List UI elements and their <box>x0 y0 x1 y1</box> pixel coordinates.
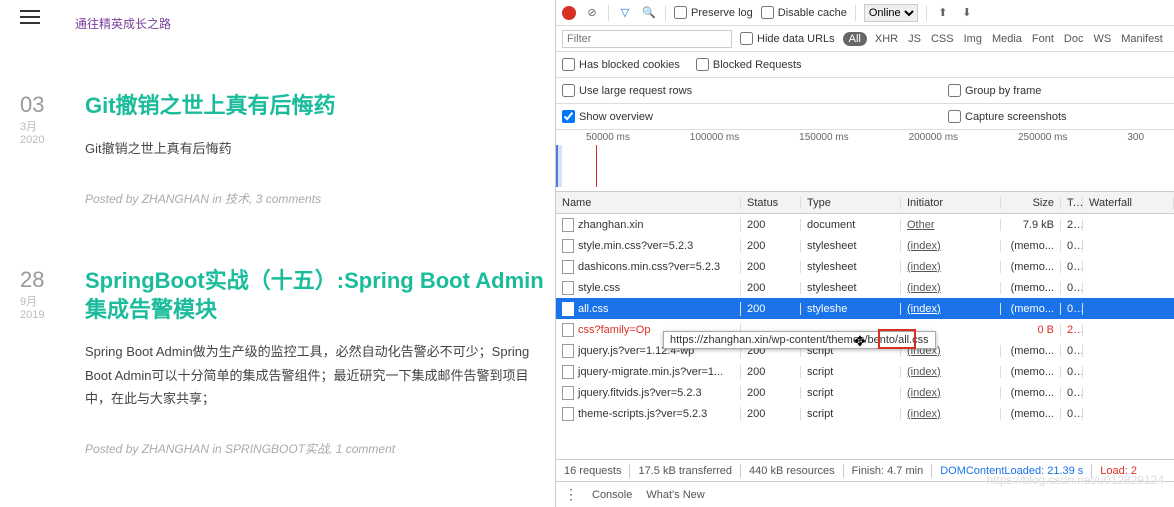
throttle-select[interactable]: Online <box>864 4 918 22</box>
overview-timeline[interactable]: 50000 ms 100000 ms 150000 ms 200000 ms 2… <box>556 130 1174 192</box>
blog-panel: 通往精英成长之路 03 3月 2020 Git撤销之世上真有后悔药 Git撤销之… <box>0 0 555 507</box>
more-icon[interactable]: ⋮ <box>564 486 578 503</box>
options-bar-1: Use large request rows Group by frame <box>556 78 1174 104</box>
filter-icon[interactable]: ▽ <box>617 5 633 21</box>
blocked-requests-checkbox[interactable]: Blocked Requests <box>696 58 802 71</box>
devtools-panel: ⊘ ▽ 🔍 Preserve log Disable cache Online … <box>555 0 1174 507</box>
file-icon <box>562 260 574 274</box>
filter-types: XHR JS CSS Img Media Font Doc WS Manifes… <box>875 33 1163 45</box>
article-excerpt: Spring Boot Admin做为生产级的监控工具，必然自动化告警必不可少；… <box>85 340 545 410</box>
group-by-frame-checkbox[interactable]: Group by frame <box>948 84 1168 97</box>
url-tooltip: https://zhanghan.xin/wp-content/themes/b… <box>663 331 936 349</box>
preserve-log-checkbox[interactable]: Preserve log <box>674 6 753 19</box>
table-header: Name Status Type Initiator Size T... Wat… <box>556 192 1174 214</box>
file-icon <box>562 407 574 421</box>
file-icon <box>562 365 574 379</box>
article-date: 28 9月 2019 <box>20 267 75 457</box>
table-row[interactable]: all.css200styleshe(index)(memo...0... <box>556 298 1174 319</box>
large-rows-checkbox[interactable]: Use large request rows <box>562 84 692 97</box>
blocked-cookies-checkbox[interactable]: Has blocked cookies <box>562 58 680 71</box>
filter-input[interactable] <box>562 30 732 48</box>
record-icon[interactable] <box>562 6 576 20</box>
clear-icon[interactable]: ⊘ <box>584 5 600 21</box>
blog-subtitle: 通往精英成长之路 <box>75 15 545 32</box>
table-row[interactable]: dashicons.min.css?ver=5.2.3200stylesheet… <box>556 256 1174 277</box>
file-icon <box>562 281 574 295</box>
disable-cache-checkbox[interactable]: Disable cache <box>761 6 847 19</box>
article: 03 3月 2020 Git撤销之世上真有后悔药 Git撤销之世上真有后悔药 P… <box>20 92 545 207</box>
article-meta: Posted by ZHANGHAN in SPRINGBOOT实战, 1 co… <box>85 440 545 457</box>
article: 28 9月 2019 SpringBoot实战（十五）:Spring Boot … <box>20 267 545 457</box>
requests-table: Name Status Type Initiator Size T... Wat… <box>556 192 1174 459</box>
article-title[interactable]: Git撤销之世上真有后悔药 <box>85 92 545 121</box>
blocked-bar: Has blocked cookies Blocked Requests <box>556 52 1174 78</box>
table-row[interactable]: zhanghan.xin200documentOther7.9 kB2... <box>556 214 1174 235</box>
table-row[interactable]: theme-scripts.js?ver=5.2.3200script(inde… <box>556 403 1174 424</box>
filter-all[interactable]: All <box>843 32 867 46</box>
file-icon <box>562 239 574 253</box>
file-icon <box>562 302 574 316</box>
file-icon <box>562 323 574 337</box>
move-cursor-icon: ✥ <box>854 333 866 350</box>
drawer-tabs: ⋮ Console What's New <box>556 481 1174 507</box>
tab-whatsnew[interactable]: What's New <box>646 489 704 501</box>
article-excerpt: Git撤销之世上真有后悔药 <box>85 137 545 160</box>
table-row[interactable]: jquery-migrate.min.js?ver=1...200script(… <box>556 361 1174 382</box>
download-icon[interactable]: ⬇ <box>959 5 975 21</box>
table-row[interactable]: jquery.fitvids.js?ver=5.2.3200script(ind… <box>556 382 1174 403</box>
table-row[interactable]: style.min.css?ver=5.2.3200stylesheet(ind… <box>556 235 1174 256</box>
file-icon <box>562 218 574 232</box>
show-overview-checkbox[interactable]: Show overview <box>562 110 653 123</box>
network-toolbar: ⊘ ▽ 🔍 Preserve log Disable cache Online … <box>556 0 1174 26</box>
article-meta: Posted by ZHANGHAN in 技术, 3 comments <box>85 190 545 207</box>
status-bar: 16 requests 17.5 kB transferred 440 kB r… <box>556 459 1174 481</box>
options-bar-2: Show overview Capture screenshots <box>556 104 1174 130</box>
upload-icon[interactable]: ⬆ <box>935 5 951 21</box>
hide-data-urls-checkbox[interactable]: Hide data URLs <box>740 32 835 45</box>
tab-console[interactable]: Console <box>592 489 632 501</box>
file-icon <box>562 344 574 358</box>
table-row[interactable]: style.css200stylesheet(index)(memo...0..… <box>556 277 1174 298</box>
timeline-marker <box>596 145 597 187</box>
article-title[interactable]: SpringBoot实战（十五）:Spring Boot Admin 集成告警模… <box>85 267 545 324</box>
capture-screenshots-checkbox[interactable]: Capture screenshots <box>948 110 1168 123</box>
file-icon <box>562 386 574 400</box>
article-date: 03 3月 2020 <box>20 92 75 207</box>
hamburger-icon[interactable] <box>20 6 40 28</box>
timeline-handle[interactable] <box>556 145 562 187</box>
search-icon[interactable]: 🔍 <box>641 5 657 21</box>
filter-bar: Hide data URLs All XHR JS CSS Img Media … <box>556 26 1174 52</box>
